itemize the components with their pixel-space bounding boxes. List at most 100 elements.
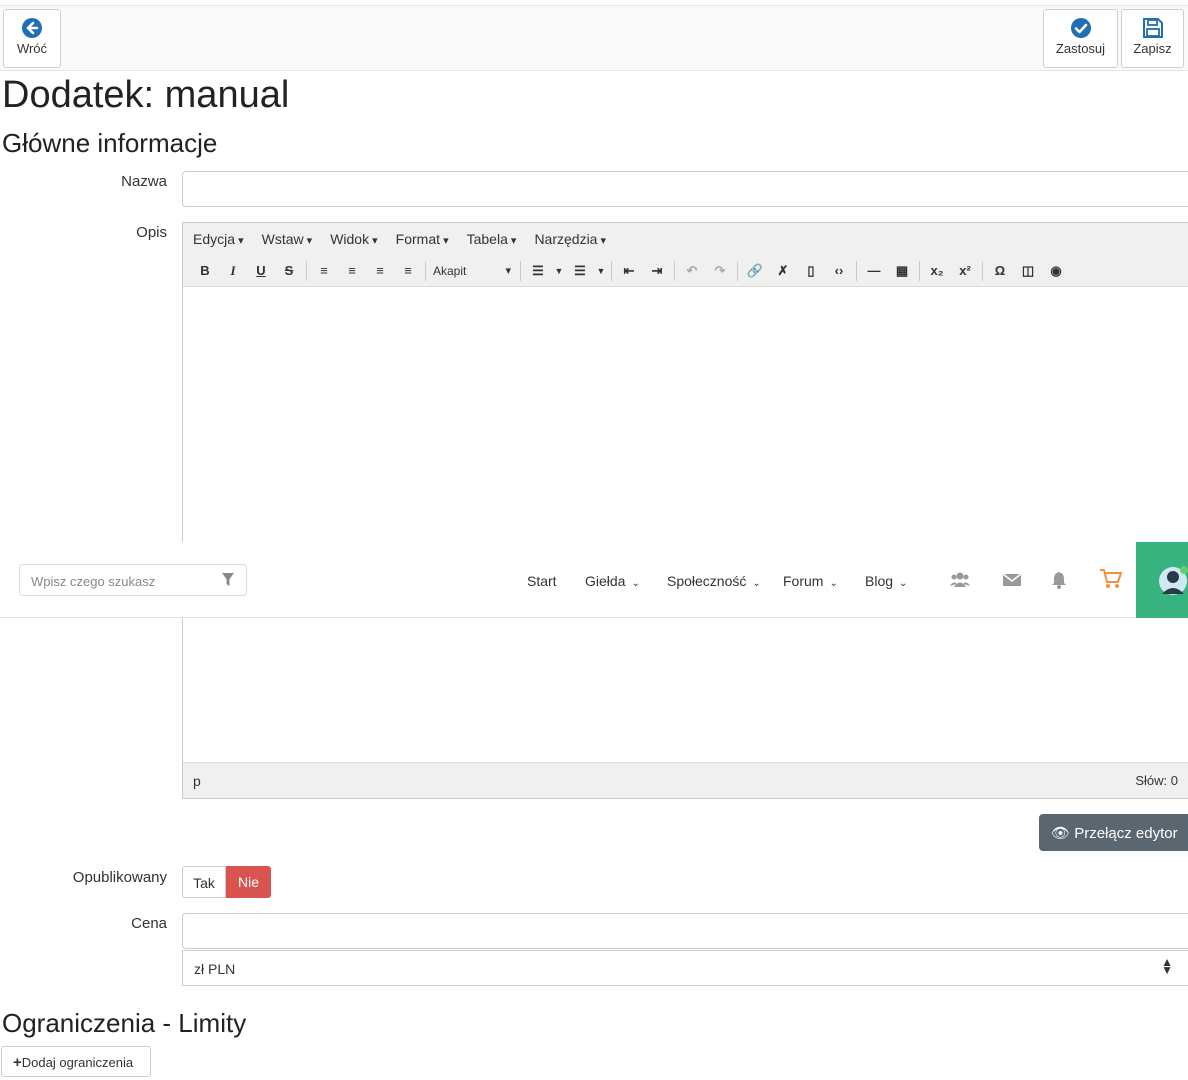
redo-icon[interactable]: ↷ [706,263,734,279]
menu-insert[interactable]: Wstaw [262,231,313,247]
name-label: Nazwa [121,173,167,190]
align-justify-icon[interactable]: ≡ [394,263,422,278]
element-path[interactable]: p [193,773,201,789]
chevron-down-icon: ⌄ [829,578,838,589]
top-toolbar: Wróć Zastosuj Zapisz [0,5,1188,71]
menu-edit[interactable]: Edycja [193,231,244,247]
envelope-icon[interactable] [1002,571,1022,589]
superscript-icon[interactable]: x² [951,263,979,278]
bell-icon[interactable] [1049,571,1069,589]
search-placeholder: Wpisz czego szukasz [31,574,156,589]
bold-icon[interactable]: B [191,263,219,278]
nav-forum[interactable]: Forum ⌄ [783,573,838,589]
bookmark-icon[interactable]: ▯ [797,263,825,279]
horizontal-rule-icon[interactable]: — [860,263,888,278]
save-button[interactable]: Zapisz [1121,9,1184,68]
outdent-icon[interactable]: ⇤ [615,263,643,279]
editor-statusbar: p Słów: 0 [183,762,1188,798]
menu-tools[interactable]: Narzędzia [534,231,606,247]
nav-community[interactable]: Społeczność ⌄ [667,573,761,589]
nav-start-label: Start [527,573,557,589]
special-char-icon[interactable]: Ω [986,263,1014,278]
users-icon[interactable] [950,571,970,589]
align-center-icon[interactable]: ≡ [338,263,366,278]
rich-text-editor[interactable]: Edycja Wstaw Widok Format Tabela Narzędz… [182,222,1188,799]
arrow-left-circle-icon [22,18,42,38]
toolbar-divider [425,260,426,281]
published-yes-button[interactable]: Tak [182,866,226,898]
section-title-limits: Ograniczenia - Limity [2,1008,247,1038]
cart-icon[interactable] [1099,568,1123,590]
chevron-down-icon: ⌄ [631,578,640,589]
nav-market[interactable]: Giełda ⌄ [585,573,640,589]
editor-menubar: Edycja Wstaw Widok Format Tabela Narzędz… [183,223,1188,255]
published-no-button[interactable]: Nie [226,866,271,898]
back-button[interactable]: Wróć [3,9,61,68]
toggle-editor-button[interactable]: 👁 Przełącz edytor [1039,814,1188,851]
word-count: Słów: 0 [1135,773,1178,788]
back-label: Wróć [16,41,48,56]
nav-forum-label: Forum [783,573,824,589]
toolbar-divider [674,260,675,281]
table-icon[interactable]: ▦ [888,263,916,279]
eye-icon: 👁 [1051,825,1071,842]
toolbar-divider [919,260,920,281]
indent-icon[interactable]: ⇥ [643,263,671,279]
price-label: Cena [131,915,167,932]
paste-icon[interactable]: ◫ [1014,263,1042,279]
align-right-icon[interactable]: ≡ [366,263,394,278]
link-icon[interactable]: 🔗 [741,263,769,279]
undo-icon[interactable]: ↶ [678,263,706,279]
block-format-select[interactable]: Akapit [429,264,517,278]
toolbar-divider [856,260,857,281]
align-left-icon[interactable]: ≡ [310,263,338,278]
chevron-down-icon[interactable]: ▼ [552,266,566,276]
apply-label: Zastosuj [1055,41,1106,56]
section-title-main: Główne informacje [2,128,218,158]
toolbar-divider [737,260,738,281]
chevron-down-icon[interactable]: ▼ [594,266,608,276]
add-limit-button[interactable]: +Dodaj ograniczenia [1,1046,151,1077]
nav-market-label: Giełda [585,573,626,589]
page-title: Dodatek: manual [2,74,290,116]
subscript-icon[interactable]: x₂ [923,263,951,278]
user-menu[interactable] [1136,542,1188,618]
italic-icon[interactable]: I [219,263,247,279]
price-input[interactable] [182,913,1188,949]
toolbar-divider [982,260,983,281]
name-input[interactable] [182,171,1188,207]
filter-icon[interactable] [222,573,234,587]
code-icon[interactable]: ‹› [825,263,853,278]
menu-view[interactable]: Widok [330,231,377,247]
chevron-down-icon: ⌄ [752,578,761,589]
avatar [1159,566,1188,595]
nav-blog[interactable]: Blog ⌄ [865,573,907,589]
preview-icon[interactable]: ◉ [1042,263,1070,279]
nav-start[interactable]: Start [527,573,557,589]
description-label: Opis [136,224,167,241]
floppy-disk-icon [1142,18,1163,38]
search-input[interactable]: Wpisz czego szukasz [19,564,247,596]
editor-toolbar: B I U S ≡ ≡ ≡ ≡ Akapit ☰ ▼ ☰ ▼ ⇤ ⇥ ↶ ↷ 🔗… [183,255,1188,287]
toolbar-divider [520,260,521,281]
toolbar-divider [306,260,307,281]
plus-icon: + [13,1054,22,1071]
apply-button[interactable]: Zastosuj [1043,9,1118,68]
currency-value: zł PLN [194,961,236,977]
bullet-list-icon[interactable]: ☰ [524,263,552,279]
nav-community-label: Społeczność [667,573,747,589]
menu-format[interactable]: Format [396,231,449,247]
menu-table[interactable]: Tabela [467,231,517,247]
unlink-icon[interactable]: ✗ [769,263,797,279]
underline-icon[interactable]: U [247,263,275,278]
published-label: Opublikowany [72,869,167,886]
numbered-list-icon[interactable]: ☰ [566,263,594,279]
toggle-editor-label: Przełącz edytor [1074,825,1178,842]
strikethrough-icon[interactable]: S [275,263,303,278]
published-toggle: Tak Nie [182,866,271,898]
add-limit-label: Dodaj ograniczenia [21,1055,134,1070]
toolbar-divider [611,260,612,281]
nav-blog-label: Blog [865,573,894,589]
chevron-down-icon: ⌄ [899,578,908,589]
currency-select[interactable]: zł PLN ▲ ▼ [182,950,1188,986]
